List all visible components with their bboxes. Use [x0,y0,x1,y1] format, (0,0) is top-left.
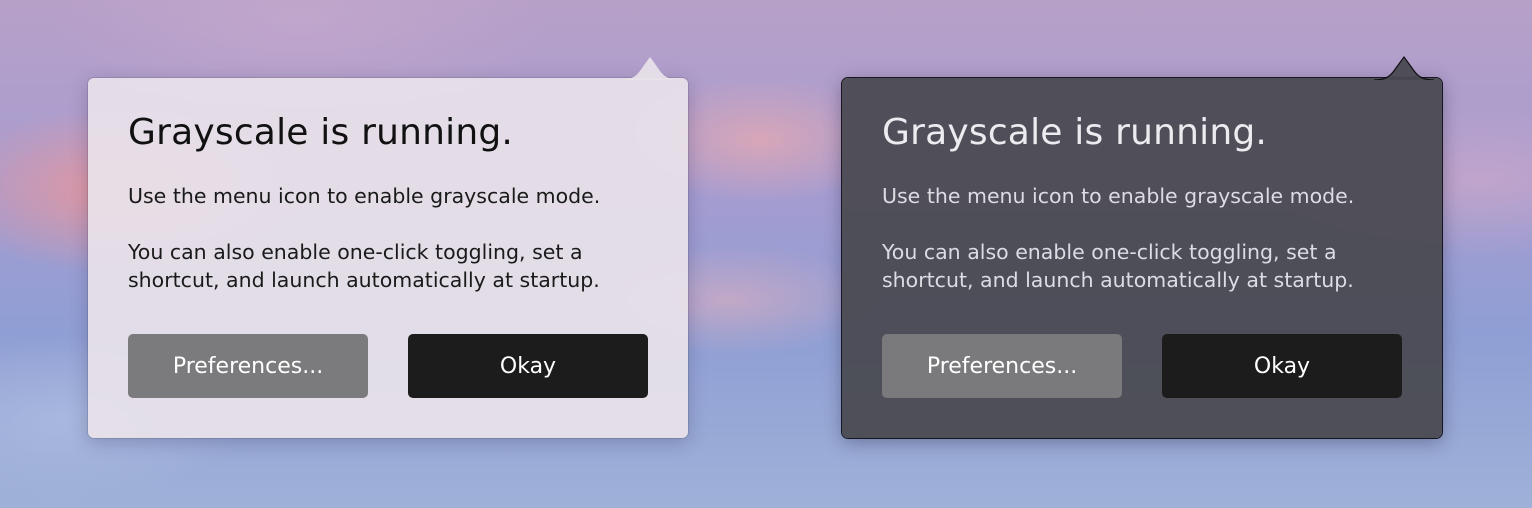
popover-arrow [620,57,680,80]
popover-title: Grayscale is running. [128,112,514,153]
popover-features-text: You can also enable one-click toggling, … [128,240,600,292]
preferences-button[interactable]: Preferences... [128,334,368,398]
okay-button[interactable]: Okay [408,334,648,398]
popover-instruction-text: Use the menu icon to enable grayscale mo… [882,184,1355,208]
preferences-button[interactable]: Preferences... [882,334,1122,398]
popover-features-text: You can also enable one-click toggling, … [882,240,1354,292]
popover-arrow [1374,55,1434,80]
popover-title: Grayscale is running. [882,112,1268,153]
okay-button[interactable]: Okay [1162,334,1402,398]
welcome-popover-light: Grayscale is running. Use the menu icon … [88,57,688,438]
welcome-popover-dark: Grayscale is running. Use the menu icon … [842,55,1442,438]
popover-instruction-text: Use the menu icon to enable grayscale mo… [128,184,601,208]
